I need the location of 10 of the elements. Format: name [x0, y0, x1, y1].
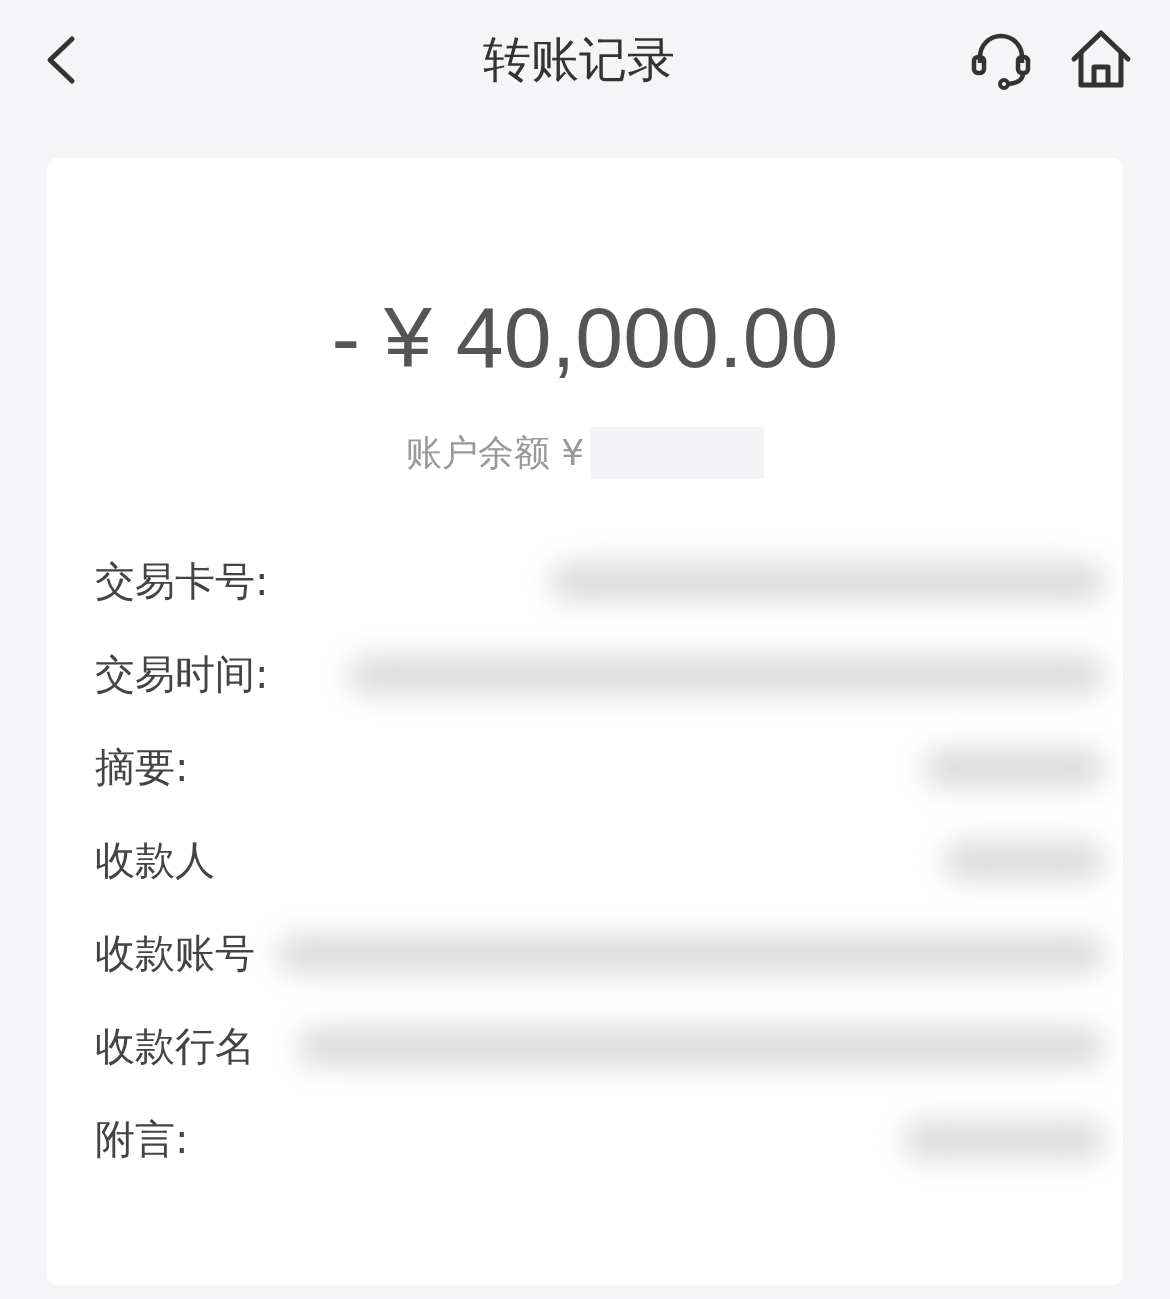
detail-label: 收款行名: [95, 1022, 255, 1071]
detail-label: 收款人: [95, 836, 215, 885]
detail-label: 交易时间:: [95, 650, 269, 699]
detail-label: 附言:: [95, 1115, 189, 1164]
detail-label: 收款账号: [95, 929, 255, 978]
balance-label: 账户余额 ¥: [405, 430, 585, 475]
detail-label: 交易卡号:: [95, 557, 269, 606]
transfer-amount: - ¥ 40,000.00: [330, 288, 840, 387]
detail-label: 摘要:: [95, 743, 189, 792]
page-title: 转账记录: [482, 30, 676, 89]
